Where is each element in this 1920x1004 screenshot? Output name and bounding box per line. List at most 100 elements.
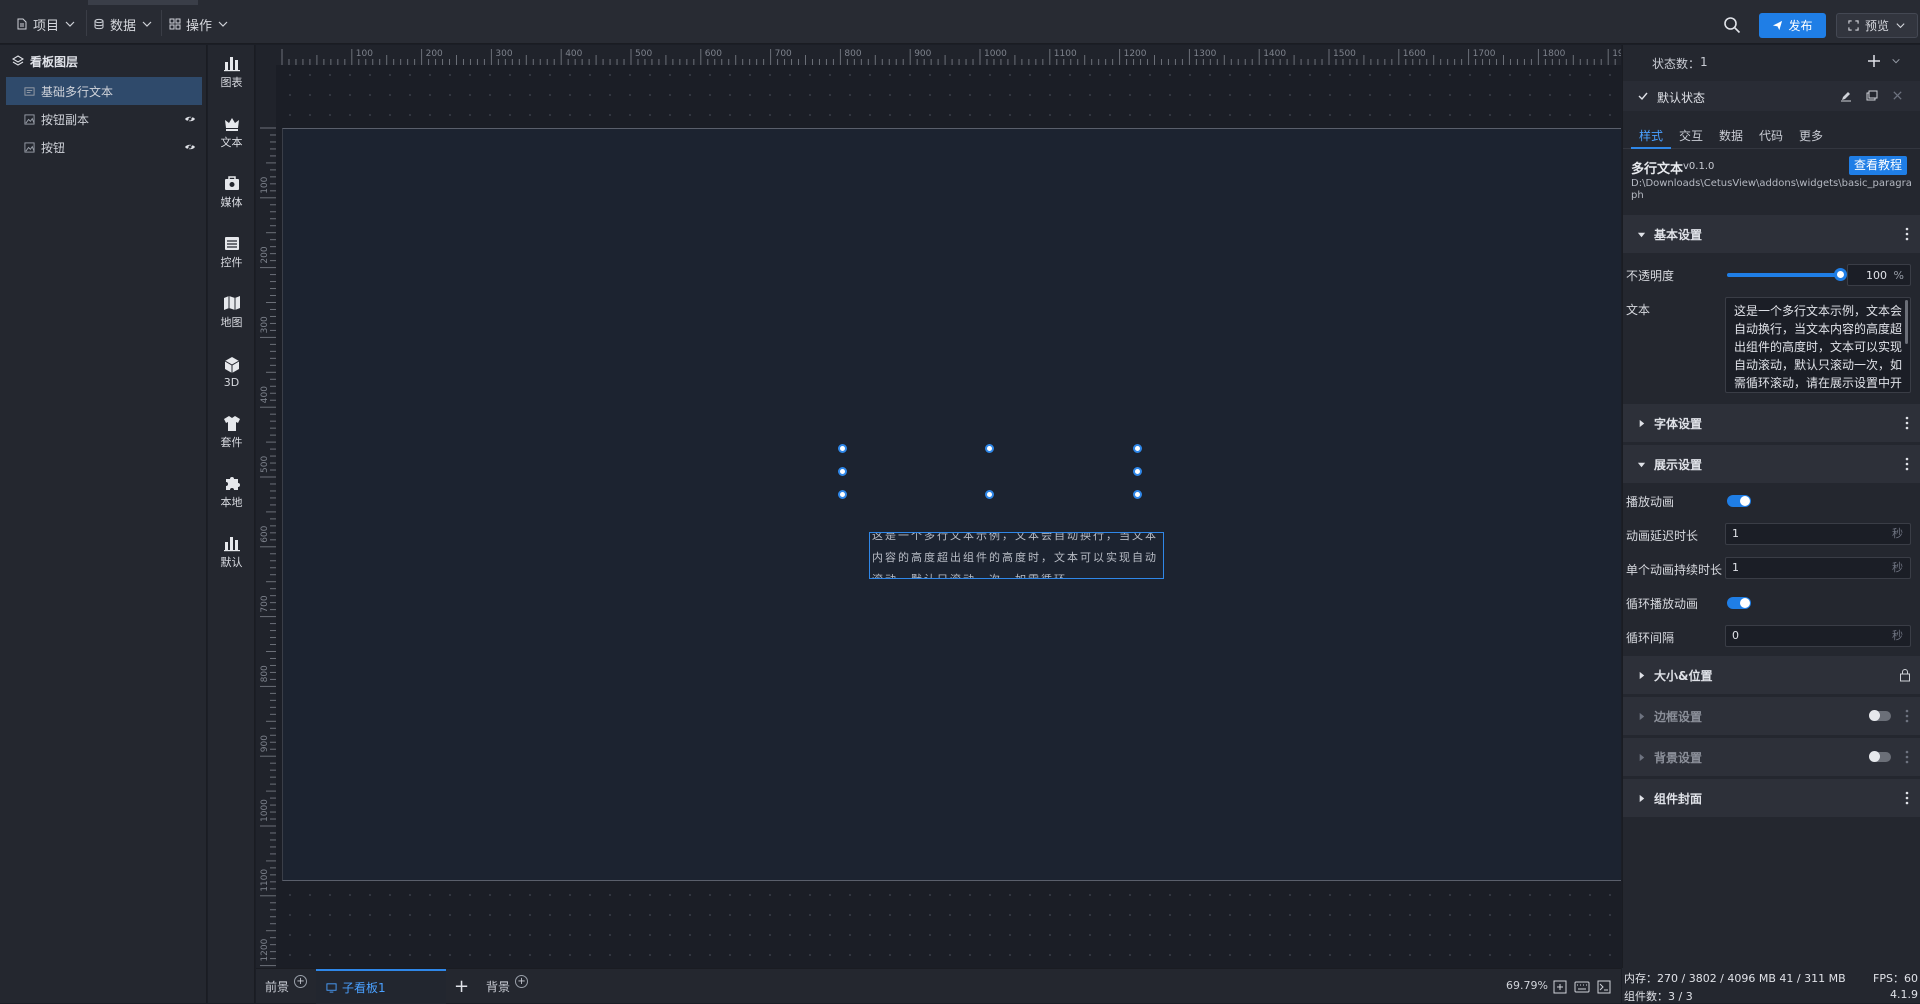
resize-handle-r[interactable] [1133, 467, 1142, 476]
tab-code[interactable]: 代码 [1759, 127, 1783, 144]
dashboard-board[interactable]: 这是一个多行文本示例，文本会自动换行，当文本内容的高度超出组件的高度时，文本可以… [282, 128, 1621, 881]
fit-screen-icon[interactable] [1553, 980, 1567, 994]
loop-interval-input[interactable]: 0 秒 [1725, 625, 1911, 647]
loop-animation-toggle[interactable] [1727, 597, 1751, 609]
layer-item-button-copy[interactable]: 按钮副本 [0, 105, 206, 133]
document-tab-strip[interactable] [88, 0, 198, 5]
resize-handle-b[interactable] [985, 490, 994, 499]
section-border-settings[interactable]: 边框设置 [1623, 697, 1920, 735]
rail-item-label: 文本 [220, 136, 243, 149]
eye-hidden-icon[interactable] [184, 141, 196, 153]
preview-button[interactable]: 预览 [1836, 13, 1918, 38]
tab-subboard-label: 子看板1 [342, 981, 386, 995]
media-icon [224, 176, 239, 190]
rail-item-default[interactable]: 默认 [208, 527, 255, 577]
control-icon [224, 237, 239, 250]
resize-handle-l[interactable] [838, 467, 847, 476]
add-board-icon[interactable]: + [454, 969, 469, 1004]
rail-item-local[interactable]: 本地 [208, 467, 255, 517]
tab-more[interactable]: 更多 [1799, 127, 1823, 144]
resize-handle-t[interactable] [985, 444, 994, 453]
eye-hidden-icon[interactable] [184, 113, 196, 125]
tab-background[interactable]: 背景 + [486, 969, 529, 1004]
add-background-icon[interactable]: + [515, 975, 529, 988]
state-count-value: 1 [1700, 55, 1708, 69]
menu-operation[interactable]: 操作 [169, 14, 229, 34]
selected-paragraph-widget[interactable]: 这是一个多行文本示例，文本会自动换行，当文本内容的高度超出组件的高度时，文本可以… [869, 532, 1164, 579]
widget-text: 这是一个多行文本示例，文本会自动换行，当文本内容的高度超出组件的高度时，文本可以… [872, 532, 1158, 578]
section-size-label: 大小&位置 [1654, 668, 1713, 683]
add-foreground-icon[interactable]: + [294, 975, 308, 988]
rail-item-charts[interactable]: 图表 [208, 47, 255, 97]
kebab-menu-icon[interactable] [1905, 709, 1909, 723]
kebab-menu-icon[interactable] [1905, 416, 1909, 430]
ruler-vertical[interactable]: 100 200 300 400 500 600 700 800 900 1000 1100 1200 [256, 45, 276, 968]
rail-item-text[interactable]: 文本 [208, 107, 255, 157]
resize-handle-tl[interactable] [838, 444, 847, 453]
edit-icon[interactable] [1840, 90, 1852, 102]
keyboard-icon[interactable] [1574, 980, 1590, 994]
layer-item-button[interactable]: 按钮 [0, 133, 206, 161]
section-size-position[interactable]: 大小&位置 [1623, 656, 1920, 694]
close-icon[interactable] [1892, 90, 1903, 101]
section-component-cover[interactable]: 组件封面 [1623, 779, 1920, 817]
layer-item-paragraph[interactable]: 基础多行文本 [6, 77, 202, 105]
kebab-menu-icon[interactable] [1905, 791, 1909, 805]
chevron-down-icon[interactable] [1891, 56, 1901, 66]
menu-data[interactable]: 数据 [93, 14, 153, 34]
publish-button[interactable]: 发布 [1759, 13, 1826, 38]
rail-item-controls[interactable]: 控件 [208, 227, 255, 277]
section-font-settings[interactable]: 字体设置 [1623, 404, 1920, 442]
property-tabs: 样式 交互 数据 代码 更多 [1623, 117, 1920, 149]
text-label: 文本 [1626, 303, 1651, 317]
rail-item-media[interactable]: 媒体 [208, 167, 255, 217]
background-toggle[interactable] [1869, 751, 1891, 762]
add-state-icon[interactable] [1867, 54, 1881, 68]
opacity-slider[interactable] [1727, 268, 1847, 281]
ruler-label: 1800 [1542, 49, 1565, 59]
animation-duration-input[interactable]: 1 秒 [1725, 557, 1911, 579]
resize-handle-br[interactable] [1133, 490, 1142, 499]
tab-data[interactable]: 数据 [1719, 127, 1743, 144]
kebab-menu-icon[interactable] [1905, 750, 1909, 764]
kebab-menu-icon[interactable] [1905, 227, 1909, 241]
rail-item-3d[interactable]: 3D [208, 347, 255, 397]
border-toggle[interactable] [1869, 710, 1891, 721]
tab-foreground-label: 前景 [265, 980, 290, 994]
kebab-menu-icon[interactable] [1905, 457, 1909, 471]
ruler-label: 1700 [1473, 49, 1496, 59]
view-tutorial-button[interactable]: 查看教程 [1849, 156, 1907, 175]
opacity-input[interactable]: 100 % [1847, 264, 1911, 286]
tab-foreground[interactable]: 前景 + [265, 969, 308, 1004]
rail-item-label: 控件 [220, 256, 243, 269]
terminal-icon[interactable] [1597, 980, 1611, 994]
rail-item-kits[interactable]: 套件 [208, 407, 255, 457]
copy-icon[interactable] [1866, 90, 1878, 102]
menu-project[interactable]: 项目 [16, 14, 76, 34]
section-background-settings[interactable]: 背景设置 [1623, 738, 1920, 776]
tab-style[interactable]: 样式 [1631, 127, 1671, 149]
resize-handle-bl[interactable] [838, 490, 847, 499]
section-basic-settings[interactable]: 基本设置 [1623, 215, 1920, 253]
play-animation-toggle[interactable] [1727, 495, 1751, 507]
search-icon[interactable] [1723, 16, 1741, 34]
tab-interaction[interactable]: 交互 [1679, 127, 1703, 144]
resize-handle-tr[interactable] [1133, 444, 1142, 453]
zoom-level[interactable]: 69.79% [1506, 979, 1548, 992]
text-content-textarea[interactable]: 这是一个多行文本示例，文本会自动换行，当文本内容的高度超出组件的高度时，文本可以… [1725, 297, 1911, 393]
opacity-slider-thumb[interactable] [1834, 268, 1847, 281]
lock-icon[interactable] [1899, 668, 1911, 682]
rail-item-label: 图表 [220, 76, 243, 89]
animation-delay-input[interactable]: 1 秒 [1725, 523, 1911, 545]
textarea-scrollbar[interactable] [1905, 300, 1908, 344]
puzzle-icon [225, 477, 240, 490]
tab-subboard[interactable]: 子看板1 [316, 969, 446, 1004]
rail-item-maps[interactable]: 地图 [208, 287, 255, 337]
ruler-horizontal[interactable]: 100 200 300 400 500 600 700 800 900 1000 1100 1200 1… [256, 45, 1621, 65]
opacity-slider-fill [1727, 273, 1841, 277]
crown-icon [224, 118, 239, 131]
canvas-area[interactable]: 这是一个多行文本示例，文本会自动换行，当文本内容的高度超出组件的高度时，文本可以… [256, 45, 1621, 968]
section-display-settings[interactable]: 展示设置 [1623, 445, 1920, 483]
ruler-label: 500 [635, 49, 652, 59]
default-state-row[interactable]: 默认状态 [1623, 81, 1920, 111]
